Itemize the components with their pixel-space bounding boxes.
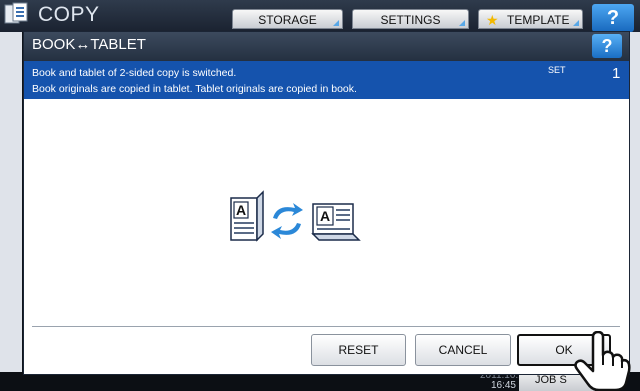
tab-template[interactable]: ★ TEMPLATE: [478, 9, 583, 29]
dropdown-corner-icon: [333, 20, 339, 26]
button-separator: [32, 326, 620, 327]
app-help-button[interactable]: ?: [592, 4, 634, 32]
tab-settings[interactable]: SETTINGS: [352, 9, 469, 29]
tab-storage-label: STORAGE: [258, 13, 317, 27]
book-tablet-illustration: A A: [230, 190, 361, 242]
cancel-button[interactable]: CANCEL: [415, 334, 511, 366]
set-label: SET: [548, 65, 566, 75]
dialog-help-button[interactable]: ?: [592, 34, 622, 58]
reset-button[interactable]: RESET: [311, 334, 406, 366]
tablet-doc-letter: A: [320, 208, 330, 224]
copy-app-icon: [4, 2, 28, 24]
background-panel-right: [630, 32, 640, 391]
info-line-1: Book and tablet of 2-sided copy is switc…: [32, 67, 237, 79]
swap-arrows-icon: [271, 203, 303, 239]
pointing-hand-icon: [574, 331, 631, 391]
tab-storage[interactable]: STORAGE: [232, 9, 343, 29]
tab-template-label: TEMPLATE: [507, 13, 570, 27]
dropdown-corner-icon: [573, 20, 579, 26]
app-title: COPY: [38, 3, 100, 26]
book-tablet-dialog: BOOK↔TABLET ? Book and tablet of 2-sided…: [23, 31, 630, 375]
tablet-document-icon: A: [311, 203, 361, 241]
background-panel-left: [0, 32, 22, 391]
info-message-bar: Book and tablet of 2-sided copy is switc…: [24, 61, 629, 99]
star-icon: ★: [486, 12, 499, 28]
tab-settings-label: SETTINGS: [380, 13, 441, 27]
set-count: 1: [612, 65, 621, 82]
clock-time: 16:45: [490, 380, 516, 391]
book-document-icon: A: [230, 190, 264, 242]
dropdown-corner-icon: [459, 20, 465, 26]
app-header: COPY STORAGE SETTINGS ★ TEMPLATE ?: [0, 0, 640, 32]
dialog-title-bar: BOOK↔TABLET ?: [24, 32, 629, 61]
dialog-title: BOOK↔TABLET: [32, 36, 146, 53]
book-doc-letter: A: [236, 202, 246, 218]
info-line-2: Book originals are copied in tablet. Tab…: [32, 83, 357, 95]
